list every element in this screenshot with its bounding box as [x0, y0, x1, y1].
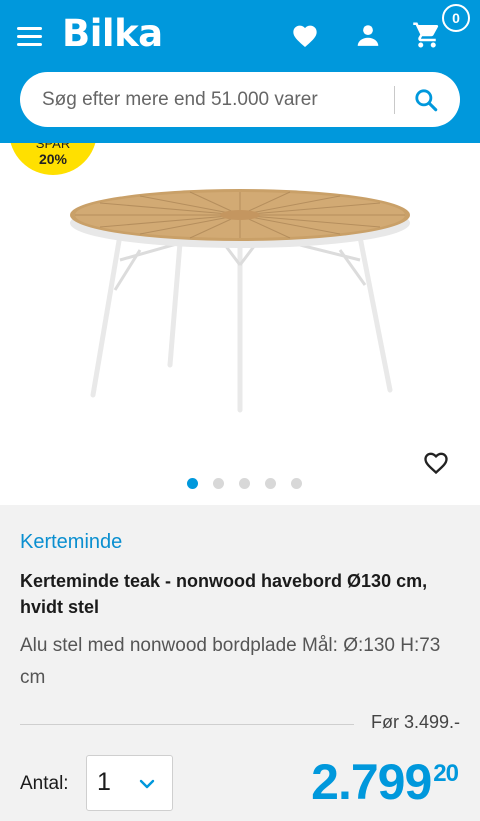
- bilka-logo[interactable]: Bilka: [62, 10, 163, 58]
- product-image-table[interactable]: [60, 165, 420, 415]
- price-main: 2.799: [311, 754, 432, 810]
- cart-icon[interactable]: [412, 20, 442, 50]
- site-header: Bilka 0: [0, 0, 480, 143]
- menu-button[interactable]: [17, 22, 45, 50]
- add-to-wishlist-button[interactable]: [420, 446, 452, 478]
- search-icon: [415, 89, 438, 112]
- gallery-dot-2[interactable]: [213, 478, 224, 489]
- cart-count-badge[interactable]: 0: [442, 4, 470, 32]
- search-button[interactable]: [406, 80, 446, 120]
- gallery-dot-4[interactable]: [265, 478, 276, 489]
- product-info: Kerteminde Kerteminde teak - nonwood hav…: [0, 505, 480, 821]
- quantity-value: 1: [97, 768, 111, 796]
- quantity-select[interactable]: 1: [86, 755, 173, 811]
- search-bar: [20, 72, 460, 127]
- gallery-dot-1[interactable]: [187, 478, 198, 489]
- chevron-down-icon: [139, 779, 155, 789]
- discount-badge-label: SPAR: [35, 143, 71, 151]
- gallery-dot-5[interactable]: [291, 478, 302, 489]
- price-divider: [20, 724, 354, 725]
- menu-icon-bar: [17, 42, 42, 46]
- before-price: Før 3.499.-: [370, 712, 460, 732]
- menu-icon-bar: [17, 34, 42, 38]
- price-cents: 20: [433, 760, 459, 787]
- product-description: Alu stel med nonwood bordplade Mål: Ø:13…: [20, 635, 441, 688]
- search-divider: [394, 86, 395, 114]
- menu-icon-bar: [17, 26, 42, 30]
- heart-icon[interactable]: [290, 20, 320, 50]
- gallery-dot-3[interactable]: [239, 478, 250, 489]
- quantity-label: Antal:: [20, 773, 69, 794]
- search-input[interactable]: [42, 72, 392, 127]
- user-icon[interactable]: [353, 20, 383, 50]
- product-brand-link[interactable]: Kerteminde: [20, 531, 122, 554]
- heart-outline-icon: [424, 452, 448, 475]
- product-title: Kerteminde teak - nonwood havebord Ø130 …: [20, 571, 428, 617]
- product-gallery[interactable]: SPAR 20%: [0, 143, 480, 505]
- product-price: 2.799 20: [311, 753, 459, 811]
- gallery-pagination: [187, 478, 302, 489]
